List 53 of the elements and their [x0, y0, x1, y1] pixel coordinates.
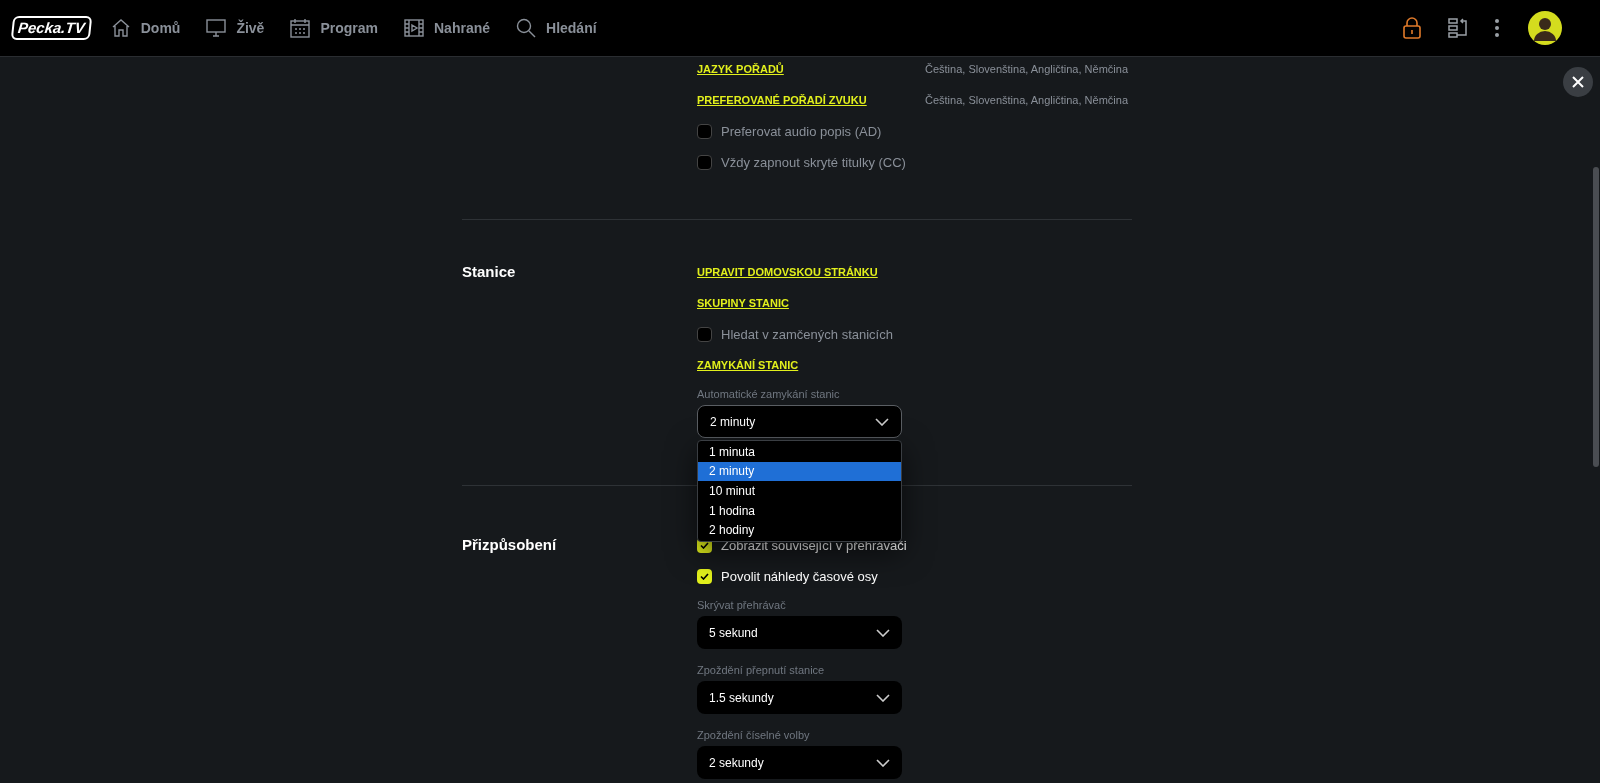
nav-link[interactable]: Nahrané: [404, 17, 490, 39]
calendar-icon: [290, 18, 311, 38]
settings-link[interactable]: JAZYK POŘADŮ: [697, 61, 925, 78]
monitor-icon: [206, 18, 227, 38]
nav-link[interactable]: Domů: [110, 17, 181, 39]
settings-link[interactable]: ZAMYKÁNÍ STANIC: [697, 357, 925, 374]
settings-link[interactable]: PREFEROVANÉ POŘADÍ ZVUKU: [697, 92, 925, 109]
dropdown-option[interactable]: 1 hodina: [698, 500, 901, 521]
lock-icon[interactable]: [1402, 17, 1422, 39]
dropdown[interactable]: 1.5 sekundy: [697, 681, 902, 714]
switch-profile-icon[interactable]: [1448, 18, 1468, 38]
field-label: Zpoždění přepnutí stanice: [697, 663, 826, 677]
checkbox[interactable]: [697, 155, 712, 170]
chevron-down-icon: [876, 693, 890, 702]
check-icon: [700, 573, 709, 580]
setting-value: Čeština, Slovenština, Angličtina, Němčina: [925, 62, 1128, 78]
more-icon[interactable]: [1494, 19, 1500, 37]
dropdown[interactable]: 5 sekund: [697, 616, 902, 649]
search-icon: [516, 18, 536, 38]
section-title: Přizpůsobení: [462, 535, 557, 556]
chevron-down-icon: [875, 417, 889, 426]
checkbox[interactable]: [697, 327, 712, 342]
avatar-icon[interactable]: [1528, 11, 1562, 45]
checkbox[interactable]: [697, 124, 712, 139]
chevron-down-icon: [876, 628, 890, 637]
dropdown-option[interactable]: 10 minut: [698, 481, 901, 501]
checkbox-label: Povolit náhledy časové osy: [721, 567, 878, 586]
checkbox[interactable]: [697, 569, 712, 584]
nav-link[interactable]: Živě: [206, 17, 265, 39]
field-label: Zpoždění číselné volby: [697, 728, 811, 742]
chevron-down-icon: [876, 758, 890, 767]
field-label: Automatické zamykání stanic: [697, 387, 841, 401]
home-icon: [110, 18, 131, 38]
settings-link[interactable]: SKUPINY STANIC: [697, 295, 925, 312]
dropdown-option[interactable]: 2 minuty: [698, 461, 901, 482]
checkbox-label: Vždy zapnout skryté titulky (CC): [721, 153, 906, 172]
settings-link[interactable]: UPRAVIT DOMOVSKOU STRÁNKU: [697, 264, 925, 281]
setting-value: Čeština, Slovenština, Angličtina, Němčina: [925, 93, 1128, 109]
close-button[interactable]: [1563, 67, 1593, 97]
checkbox-label: Hledat v zamčených stanicích: [721, 325, 893, 344]
close-icon: [1572, 76, 1584, 88]
nav-link[interactable]: Hledání: [516, 17, 597, 39]
dropdown-option[interactable]: 1 minuta: [698, 442, 901, 462]
section-title: Stanice: [462, 262, 516, 283]
checkbox-label: Preferovat audio popis (AD): [721, 122, 882, 141]
dropdown-option[interactable]: 2 hodiny: [698, 520, 901, 540]
scrollbar-thumb[interactable]: [1593, 167, 1599, 467]
nav-link[interactable]: Program: [290, 17, 378, 39]
field-label: Skrývat přehrávač: [697, 598, 787, 612]
film-icon: [404, 18, 424, 38]
dropdown[interactable]: 2 minuty: [697, 405, 902, 438]
dropdown[interactable]: 2 sekundy: [697, 746, 902, 779]
logo[interactable]: Pecka.TV: [10, 16, 92, 40]
